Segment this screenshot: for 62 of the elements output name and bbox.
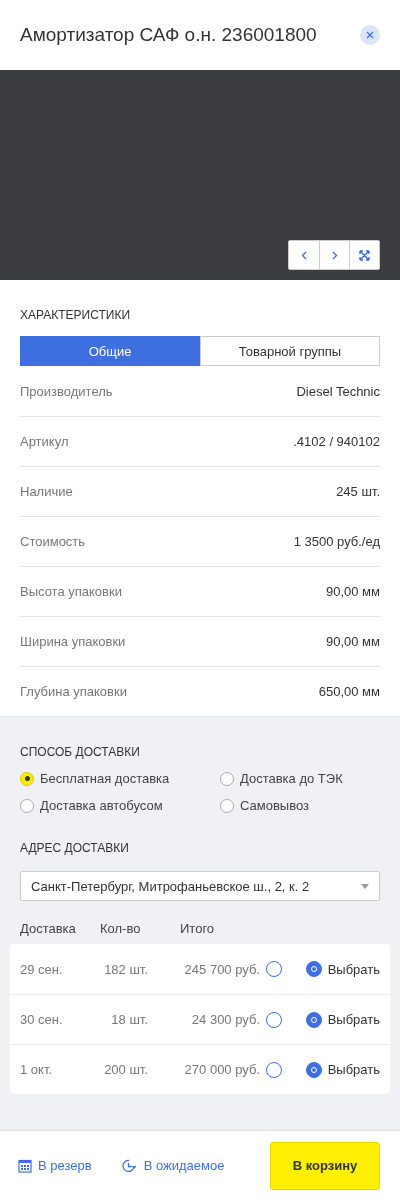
table-cell-text: 24 300 руб. bbox=[190, 1012, 260, 1027]
spec-value: 1 3500 руб./ед bbox=[293, 534, 380, 549]
clock-icon bbox=[121, 1158, 138, 1173]
chevron-left-icon bbox=[301, 250, 307, 260]
radio-button[interactable] bbox=[305, 1061, 322, 1078]
section-title: СПОСОБ ДОСТАВКИ bbox=[20, 745, 141, 759]
spec-label: Высота упаковки bbox=[20, 584, 122, 599]
close-button[interactable] bbox=[360, 25, 380, 45]
table-cell-text: 245 700 руб. bbox=[183, 961, 260, 977]
column-header: Кол-во bbox=[100, 921, 142, 936]
table-cell-text: 1 окт. bbox=[20, 1062, 54, 1077]
spec-value: 650,00 мм bbox=[318, 684, 380, 699]
spec-value: 90,00 мм bbox=[325, 634, 380, 649]
expand-icon bbox=[359, 249, 370, 261]
radio-button[interactable] bbox=[266, 1061, 282, 1078]
radio-button[interactable] bbox=[266, 961, 282, 977]
expected-link[interactable]: В ожидаемое bbox=[121, 1158, 225, 1173]
tab[interactable]: Общие bbox=[20, 336, 200, 366]
table-cell-text: 29 сен. bbox=[20, 961, 64, 977]
column-header: Итого bbox=[180, 921, 216, 936]
spec-label: Производитель bbox=[20, 383, 113, 399]
section-title: АДРЕС ДОСТАВКИ bbox=[20, 841, 130, 855]
radio-button[interactable] bbox=[305, 961, 322, 977]
address-dropdown[interactable]: Санкт-Петербург, Митрофаньевское ш., 2, к. 2 bbox=[20, 871, 380, 901]
radio-button[interactable] bbox=[305, 1011, 322, 1028]
table-cell-text: 182 шт. bbox=[103, 961, 148, 977]
spec-label: Глубина упаковки bbox=[20, 684, 127, 699]
calendar-icon bbox=[18, 1158, 32, 1173]
table-cell-text: 200 шт. bbox=[103, 1062, 148, 1077]
option-label: Доставка автобусом bbox=[40, 798, 163, 813]
add-to-cart-button[interactable]: В корзину bbox=[270, 1141, 380, 1190]
spec-value: Diesel Technic bbox=[296, 383, 380, 399]
radio-button[interactable] bbox=[220, 798, 234, 813]
option-label: Доставка до ТЭК bbox=[240, 771, 343, 786]
tab[interactable]: Товарной группы bbox=[200, 336, 380, 366]
option-label: Выбрать bbox=[327, 1012, 380, 1027]
spec-label: Наличие bbox=[20, 484, 73, 499]
spec-value: 90,00 мм bbox=[325, 584, 380, 599]
spec-value: 245 шт. bbox=[336, 484, 380, 499]
spec-label: Стоимость bbox=[20, 534, 86, 549]
option-label: Выбрать bbox=[327, 961, 380, 977]
option-label: Самовывоз bbox=[240, 798, 309, 813]
option-label: Бесплатная доставка bbox=[40, 771, 170, 786]
column-header: Доставка bbox=[20, 921, 77, 936]
table-cell-text: 270 000 руб. bbox=[183, 1062, 260, 1077]
radio-button[interactable] bbox=[20, 798, 34, 813]
section-title: ХАРАКТЕРИСТИКИ bbox=[20, 308, 131, 322]
chevron-right-icon bbox=[331, 250, 338, 260]
table-cell-text: 18 шт. bbox=[110, 1012, 148, 1027]
close-icon bbox=[366, 31, 374, 39]
spec-value: .4102 / 940102 bbox=[293, 434, 380, 449]
spec-label: Ширина упаковки bbox=[20, 634, 126, 649]
table-cell-text: 30 сен. bbox=[20, 1012, 64, 1027]
caret-icon bbox=[361, 883, 369, 889]
radio-button[interactable] bbox=[220, 771, 234, 786]
spec-label: Артикул bbox=[20, 434, 69, 449]
option-label: Выбрать bbox=[327, 1062, 380, 1077]
radio-button[interactable] bbox=[20, 771, 34, 786]
fullscreen-button[interactable] bbox=[349, 241, 379, 269]
window-title: Амортизатор САФ о.н. 236001800 bbox=[20, 24, 317, 46]
reserve-link[interactable]: В резерв bbox=[18, 1158, 92, 1173]
radio-button[interactable] bbox=[266, 1011, 282, 1028]
